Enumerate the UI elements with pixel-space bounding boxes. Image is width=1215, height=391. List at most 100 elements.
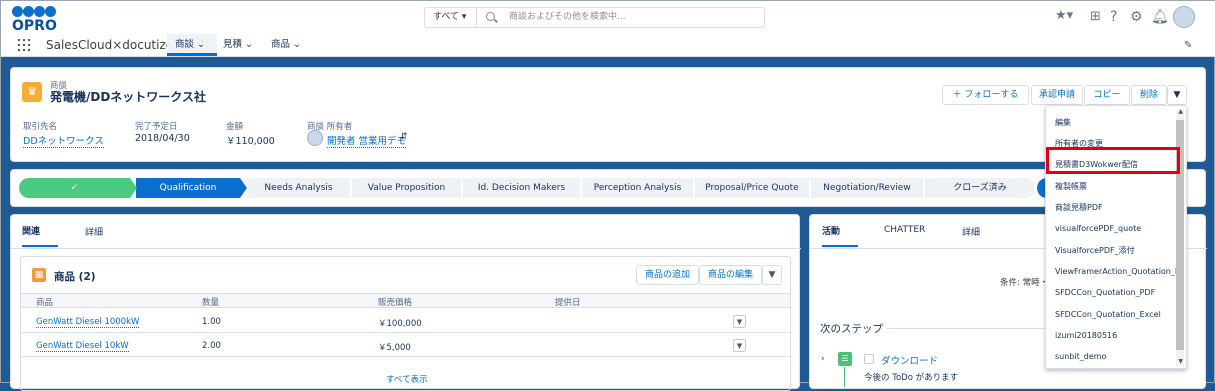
- menu-item-sfdccon-excel[interactable]: SFDCCon_Quotation_Excel: [1055, 310, 1161, 319]
- close-date-value: 2018/04/30: [135, 133, 190, 144]
- app-launcher-icon[interactable]: [18, 39, 30, 51]
- global-actions-plus-icon[interactable]: ⊞: [1090, 9, 1101, 24]
- task-checkbox[interactable]: [864, 354, 874, 364]
- path-chevron: [130, 178, 137, 198]
- path-step-needs-analysis[interactable]: Needs Analysis: [247, 178, 350, 198]
- path-chevron: [240, 178, 247, 198]
- help-icon[interactable]: ?: [1110, 9, 1117, 25]
- path-step-negotiation[interactable]: Negotiation/Review: [811, 178, 923, 198]
- nav-tab-quote[interactable]: 見積 ⌄: [215, 34, 261, 56]
- sales-path: ✓ Qualification Needs Analysis Value Pro…: [19, 178, 1035, 198]
- menu-item-visualforce-quote[interactable]: visualforcePDF_quote: [1055, 224, 1141, 233]
- owner-avatar: [307, 130, 323, 146]
- amount-value: ￥110,000: [226, 136, 275, 147]
- task-icon: ☰: [838, 352, 852, 366]
- record-header: ♛ 商談 発電機/DDネットワークス社 ＋ フォローする 承認申請 コピー 削除…: [10, 67, 1206, 162]
- favorites-star-icon[interactable]: ★▾: [1055, 8, 1073, 23]
- global-search[interactable]: すべて ▾ 商談およびその他を検索中...: [424, 7, 765, 28]
- edit-nav-pencil-icon[interactable]: ✎: [1184, 40, 1192, 51]
- row-actions-dropdown[interactable]: ▼: [733, 315, 746, 328]
- path-step-decision-makers[interactable]: Id. Decision Makers: [463, 178, 580, 198]
- timeline-line: [844, 367, 845, 387]
- follow-button[interactable]: ＋ フォローする: [942, 85, 1029, 105]
- menu-item-sfdccon-pdf[interactable]: SFDCCon_Quotation_PDF: [1055, 288, 1155, 297]
- activity-filter-text: 条件: 常時・: [1000, 278, 1049, 288]
- table-row: GenWatt Diesel 1000kW 1.00 ￥100,000 ▼: [21, 310, 790, 333]
- edit-products-button[interactable]: 商品の編集: [699, 265, 762, 285]
- copy-button[interactable]: コピー: [1084, 85, 1130, 105]
- task-subtitle: 今後の ToDo があります: [864, 373, 959, 383]
- tab-divider: [11, 248, 801, 249]
- opro-logo[interactable]: OPRO: [12, 6, 58, 34]
- qty-cell: 1.00: [202, 317, 221, 327]
- field-label-account: 取引先名: [23, 122, 58, 132]
- nav-tab-opportunity[interactable]: 商談 ⌄: [167, 34, 217, 56]
- delete-button[interactable]: 削除: [1131, 85, 1167, 105]
- approval-request-button[interactable]: 承認申請: [1031, 85, 1083, 105]
- path-step-closed[interactable]: クローズ済み: [925, 178, 1035, 198]
- menu-item-visualforce-attach[interactable]: VisualforcePDF_添付: [1055, 245, 1135, 256]
- col-header-product[interactable]: 商品: [36, 296, 53, 308]
- app-name: SalesCloud×docutize: [46, 38, 174, 52]
- price-cell: ￥5,000: [378, 343, 411, 353]
- add-product-button[interactable]: 商品の追加: [636, 265, 699, 285]
- tab-activity[interactable]: 活動: [822, 225, 858, 247]
- products-more-dropdown[interactable]: ▼: [762, 265, 782, 285]
- products-related-list: ▦ 商品 (2) 商品の追加 商品の編集 ▼ 商品 数量 販売価格 提供日 Ge…: [20, 256, 791, 391]
- menu-item-viewframer-quote[interactable]: ViewFramerAction_Quotation_PDF: [1055, 267, 1177, 276]
- menu-item-izumi[interactable]: izumi20180516: [1055, 331, 1117, 340]
- field-label-close-date: 完了予定日: [135, 122, 178, 132]
- related-card: 関連 詳細 ▦ 商品 (2) 商品の追加 商品の編集 ▼ 商品 数量 販売価格 …: [10, 214, 801, 391]
- path-step-proposal[interactable]: Proposal/Price Quote: [695, 178, 809, 198]
- global-header: OPRO すべて ▾ 商談およびその他を検索中... ★▾ ⊞ ? ⚙ 🔔︎ S…: [1, 1, 1215, 57]
- change-owner-icon[interactable]: ⇵: [400, 132, 408, 142]
- field-label-amount: 金額: [226, 122, 244, 132]
- path-step-qualification[interactable]: Qualification: [136, 178, 240, 198]
- tab-chatter[interactable]: CHATTER: [884, 225, 925, 235]
- next-steps-heading: 次のステップ: [820, 323, 883, 335]
- path-step-complete[interactable]: ✓: [19, 178, 130, 198]
- path-step-value-proposition[interactable]: Value Proposition: [352, 178, 461, 198]
- tab-activity-details[interactable]: 詳細: [962, 225, 980, 238]
- path-step-perception-analysis[interactable]: Perception Analysis: [582, 178, 693, 198]
- more-actions-dropdown[interactable]: ▼: [1167, 85, 1187, 105]
- table-row: GenWatt Diesel 10kW 2.00 ￥5,000 ▼: [21, 334, 790, 357]
- row-actions-dropdown[interactable]: ▼: [733, 339, 746, 352]
- products-title: 商品 (2): [54, 271, 96, 283]
- product-link[interactable]: GenWatt Diesel 1000kW: [36, 317, 140, 328]
- menu-item-sunbit-demo[interactable]: sunbit_demo: [1055, 352, 1106, 361]
- col-header-date[interactable]: 提供日: [555, 296, 581, 308]
- table-header: 商品 数量 販売価格 提供日: [21, 293, 790, 308]
- next-steps-divider: [886, 328, 1046, 329]
- task-title-link[interactable]: ダウンロード: [881, 353, 938, 367]
- qty-cell: 2.00: [202, 341, 221, 351]
- search-scope-select[interactable]: すべて ▾: [425, 8, 477, 27]
- tab-related[interactable]: 関連: [22, 225, 58, 247]
- view-all-link[interactable]: すべて表示: [386, 373, 428, 385]
- search-input[interactable]: 商談およびその他を検索中...: [509, 8, 626, 27]
- notifications-bell-icon[interactable]: 🔔︎: [1151, 9, 1169, 25]
- nav-tab-product[interactable]: 商品 ⌄: [263, 34, 309, 56]
- menu-item-edit[interactable]: 編集: [1055, 117, 1071, 128]
- search-icon: [486, 12, 495, 21]
- user-avatar[interactable]: [1173, 6, 1195, 28]
- setup-gear-icon[interactable]: ⚙: [1130, 9, 1143, 25]
- more-actions-menu: 編集 所有者の変更 見積書D3Wokwer配信 複製帳票 商談見積PDF vis…: [1045, 105, 1187, 369]
- menu-item-duplicate-form[interactable]: 複製帳票: [1055, 181, 1087, 192]
- highlight-box: [1046, 147, 1180, 174]
- col-header-qty[interactable]: 数量: [202, 296, 219, 308]
- scroll-down-icon[interactable]: ▼: [1178, 358, 1183, 365]
- col-header-price[interactable]: 販売価格: [378, 296, 412, 308]
- scroll-up-icon[interactable]: ▲: [1178, 108, 1183, 115]
- price-cell: ￥100,000: [378, 319, 422, 329]
- opportunity-crown-icon: ♛: [22, 82, 42, 102]
- product-link[interactable]: GenWatt Diesel 10kW: [36, 341, 129, 352]
- record-title: 発電機/DDネットワークス社: [50, 90, 206, 104]
- expand-chevron-icon[interactable]: ›: [821, 354, 825, 364]
- account-link[interactable]: DDネットワークス: [23, 133, 104, 148]
- menu-item-quote-pdf[interactable]: 商談見積PDF: [1055, 202, 1103, 213]
- product-list-icon: ▦: [32, 268, 46, 282]
- owner-link[interactable]: 開発者 営業用デモ: [327, 133, 407, 148]
- tab-details[interactable]: 詳細: [85, 225, 103, 238]
- app-nav: SalesCloud×docutize 商談 ⌄ 見積 ⌄ 商品 ⌄ ✎: [1, 34, 1215, 56]
